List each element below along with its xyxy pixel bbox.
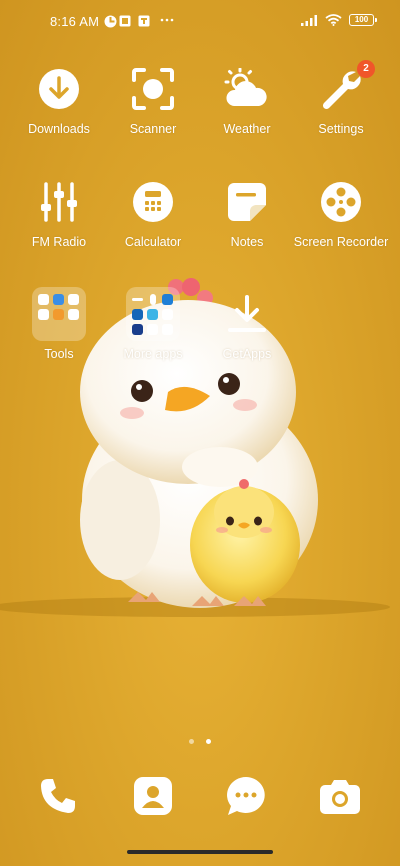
status-right: 100	[301, 14, 377, 26]
signal-icon	[301, 14, 317, 26]
messages-icon	[227, 777, 265, 815]
folder-icon	[126, 287, 180, 341]
notification-badge: 2	[357, 60, 375, 78]
mini-app-icon	[38, 294, 49, 305]
mini-app-icon	[132, 298, 143, 301]
scanner-icon	[126, 62, 180, 116]
dock-contacts[interactable]	[131, 774, 175, 818]
mini-app-icon	[147, 309, 158, 320]
getapps-icon	[220, 287, 274, 341]
home-indicator[interactable]	[127, 850, 273, 854]
phone-icon	[41, 779, 75, 813]
status-time: 8:16 AM	[50, 14, 100, 29]
page-dot-active[interactable]	[206, 739, 212, 744]
dock-phone[interactable]	[36, 774, 80, 818]
folder-more-apps[interactable]: More apps	[105, 287, 201, 362]
app-label: Settings	[318, 122, 364, 136]
wifi-icon	[325, 14, 342, 26]
battery-icon: 100	[349, 14, 377, 26]
app-scanner[interactable]: Scanner	[105, 62, 201, 137]
folder-tools[interactable]: Tools	[11, 287, 107, 362]
dock-messages[interactable]	[224, 774, 268, 818]
gallery-icon	[138, 15, 150, 27]
page-indicator	[0, 731, 400, 749]
folder-label: More apps	[123, 347, 183, 361]
contacts-icon	[134, 777, 172, 815]
mini-app-icon	[68, 294, 79, 305]
page-dot[interactable]	[188, 739, 194, 744]
app-label: FM Radio	[31, 235, 87, 249]
mini-app-icon	[38, 309, 49, 320]
app-notes[interactable]: Notes	[199, 175, 295, 250]
mini-app-icon	[162, 309, 173, 320]
mini-app-icon	[53, 309, 64, 320]
app-label: Downloads	[28, 122, 90, 136]
app-fm-radio[interactable]: FM Radio	[11, 175, 107, 250]
status-bar: 8:16 AM 100	[0, 0, 400, 44]
vpn-icon	[104, 15, 117, 28]
mini-app-icon	[68, 309, 79, 320]
app-label: Scanner	[129, 122, 177, 136]
mini-app-icon	[132, 309, 143, 320]
app-label: Notes	[230, 235, 264, 249]
mini-app-icon	[150, 294, 156, 305]
dock-camera[interactable]	[318, 774, 362, 818]
screen-recorder-icon	[314, 175, 368, 229]
more-icon	[160, 18, 174, 22]
app-label: Calculator	[124, 235, 182, 249]
app-downloads[interactable]: Downloads	[11, 62, 107, 137]
app-settings[interactable]: 2 Settings	[293, 60, 389, 137]
mini-app-icon	[147, 324, 158, 335]
app-getapps[interactable]: GetApps	[199, 287, 295, 362]
app-label: Screen Recorder	[293, 235, 389, 249]
folder-label: Tools	[44, 347, 74, 361]
camera-icon	[320, 780, 360, 814]
app-screen-recorder[interactable]: Screen Recorder	[293, 175, 389, 250]
app-calculator[interactable]: Calculator	[105, 175, 201, 250]
notes-icon	[220, 175, 274, 229]
mini-app-icon	[132, 324, 143, 335]
mini-app-icon	[162, 294, 173, 305]
weather-icon	[220, 62, 274, 116]
image-icon	[119, 15, 131, 27]
app-weather[interactable]: Weather	[199, 62, 295, 137]
app-label: GetApps	[222, 347, 272, 361]
app-label: Weather	[223, 122, 271, 136]
downloads-icon	[32, 62, 86, 116]
folder-icon	[32, 287, 86, 341]
mini-app-icon	[162, 324, 173, 335]
calculator-icon	[126, 175, 180, 229]
mini-app-icon	[53, 294, 64, 305]
fm-radio-icon	[32, 175, 86, 229]
